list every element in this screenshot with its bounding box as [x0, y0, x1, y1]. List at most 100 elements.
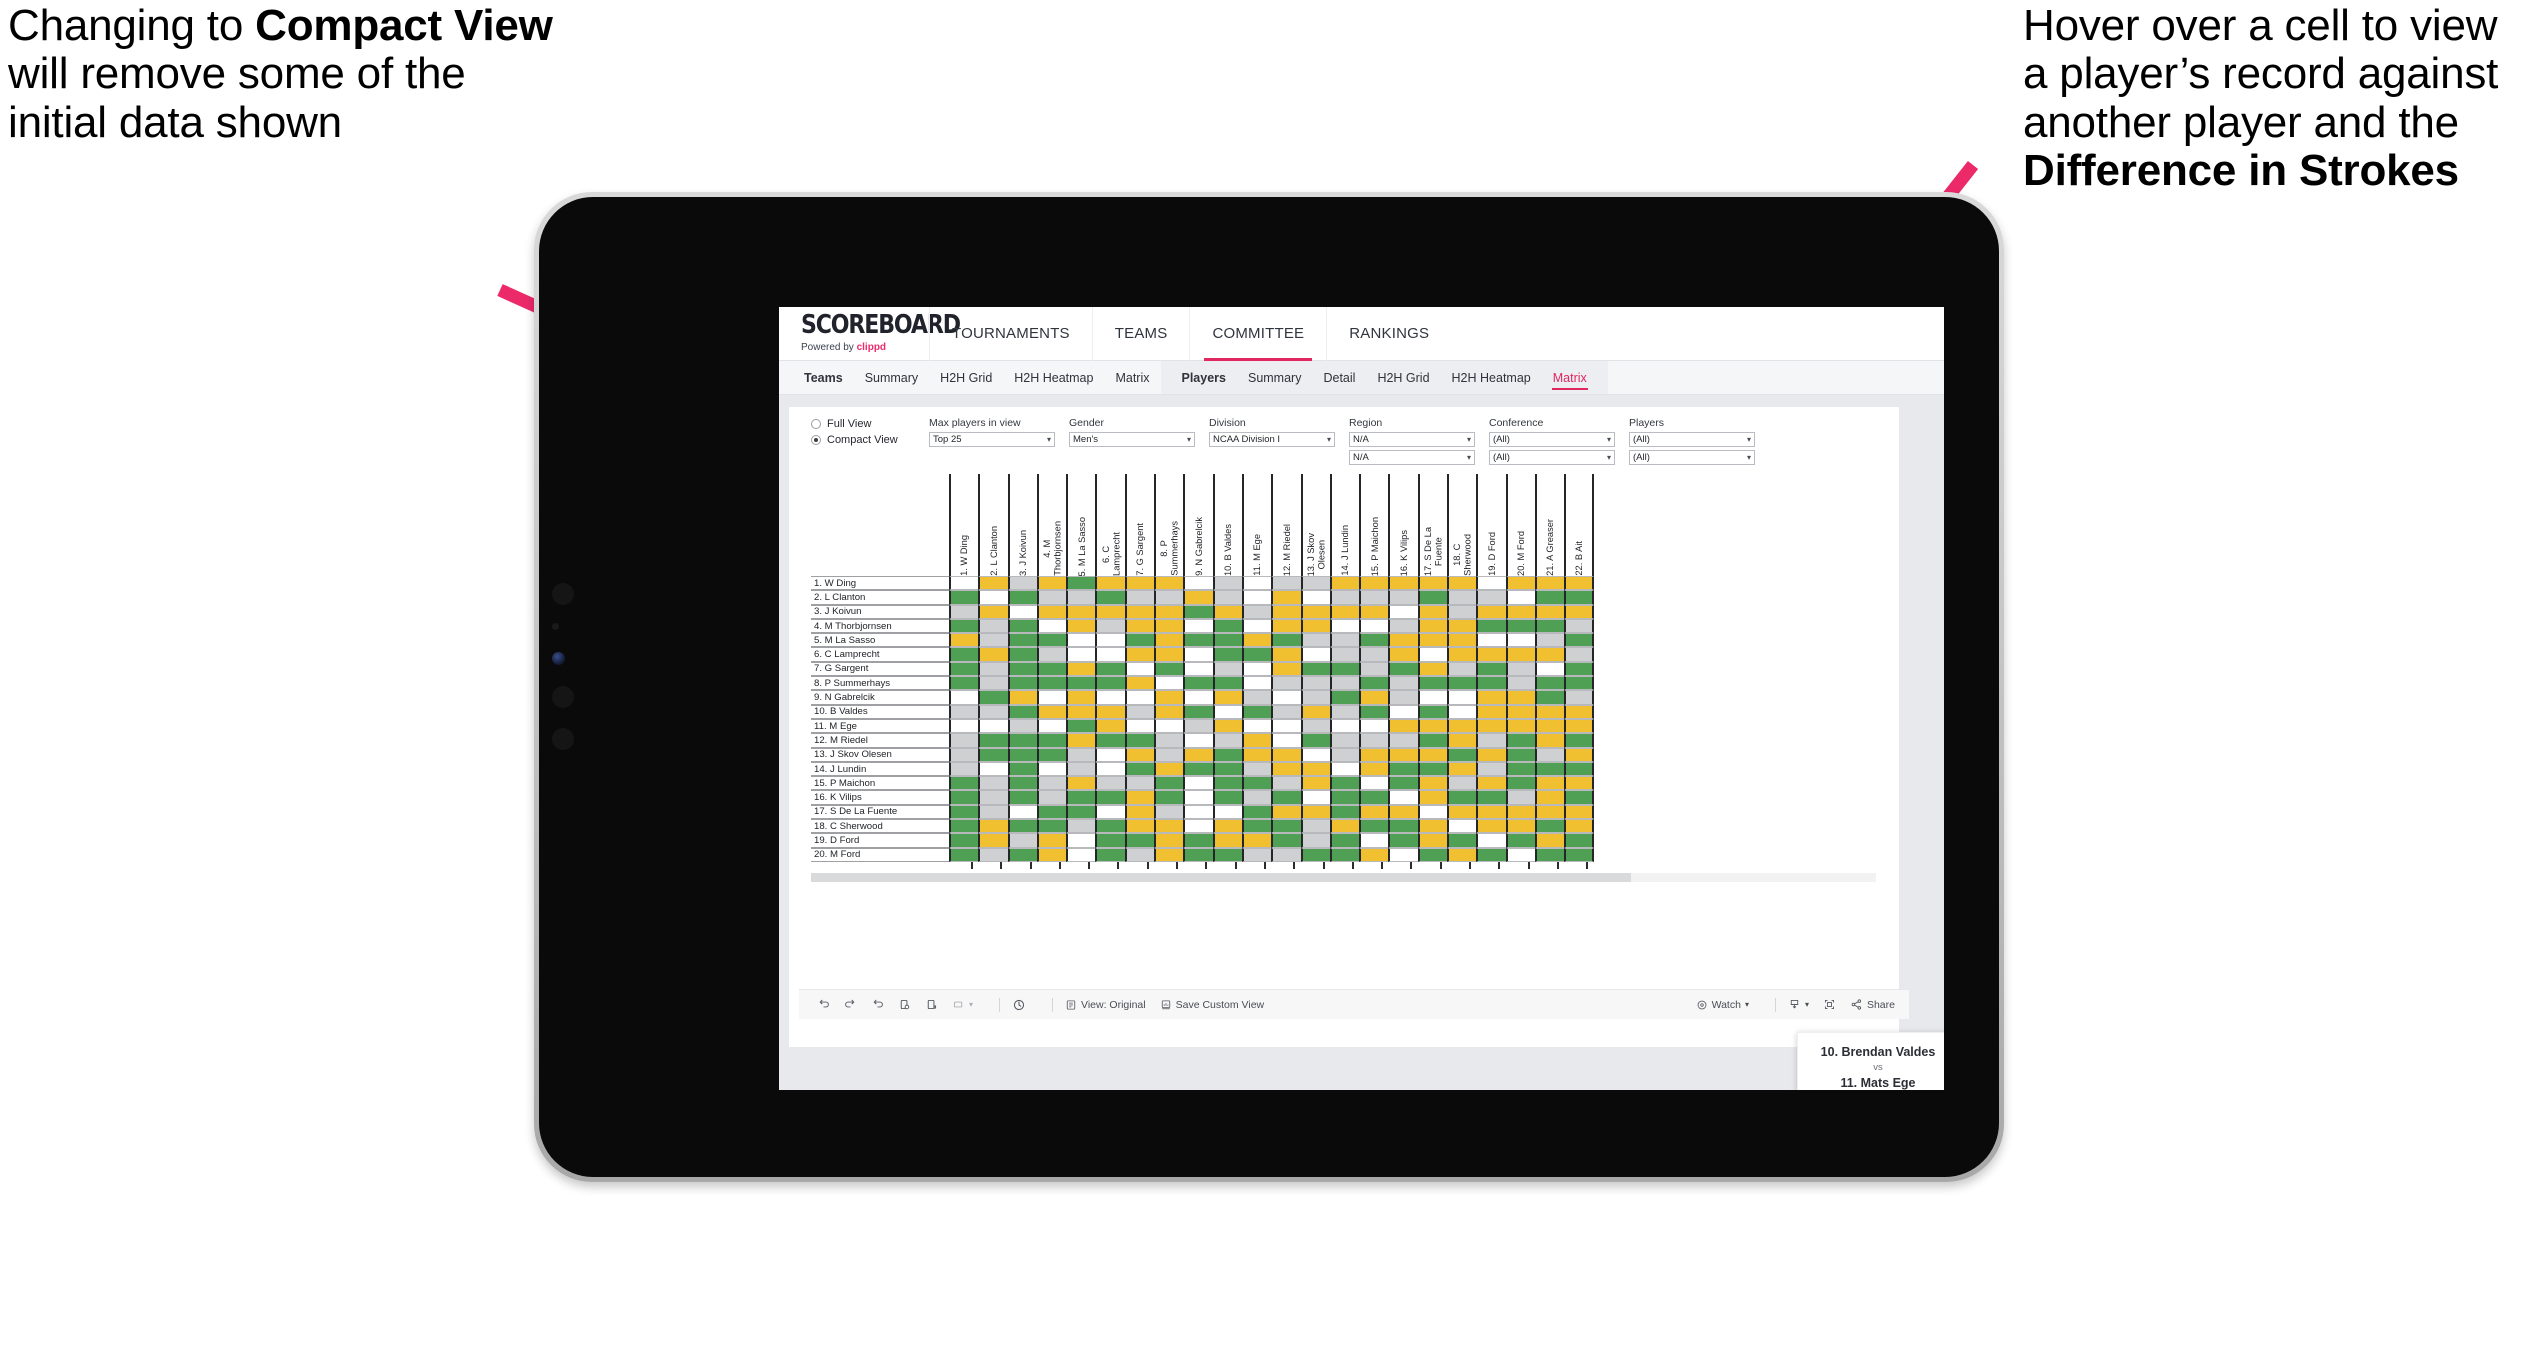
matrix-cell[interactable]	[1329, 661, 1360, 677]
matrix-cell[interactable]	[1212, 676, 1242, 691]
matrix-cell[interactable]	[1505, 718, 1535, 734]
matrix-cell[interactable]	[1066, 590, 1096, 605]
matrix-cell[interactable]	[1007, 804, 1037, 820]
matrix-cell[interactable]	[1359, 690, 1389, 705]
matrix-cell[interactable]	[1154, 804, 1184, 820]
tab-players-h2h-heatmap[interactable]: H2H Heatmap	[1441, 361, 1542, 395]
matrix-cell[interactable]	[978, 704, 1008, 719]
matrix-cell[interactable]	[1154, 718, 1184, 734]
matrix-cell[interactable]	[1183, 633, 1213, 648]
matrix-cell[interactable]	[1095, 604, 1125, 619]
matrix-cell[interactable]	[1095, 647, 1125, 662]
matrix-cell[interactable]	[1359, 761, 1389, 777]
matrix-cell[interactable]	[1007, 618, 1037, 634]
matrix-cell[interactable]	[1300, 690, 1330, 705]
radio-button-icon-compact[interactable]	[811, 435, 821, 445]
matrix-cell[interactable]	[1066, 647, 1096, 662]
radio-button-icon-full[interactable]	[811, 419, 821, 429]
matrix-cell[interactable]	[1212, 647, 1242, 662]
matrix-cell[interactable]	[1066, 661, 1096, 677]
matrix-cell[interactable]	[949, 747, 979, 762]
matrix-cell[interactable]	[1417, 847, 1448, 862]
matrix-cell[interactable]	[1271, 804, 1301, 820]
matrix-cell[interactable]	[1007, 776, 1037, 791]
matrix-cell[interactable]	[1241, 819, 1272, 834]
matrix-cell[interactable]	[1417, 604, 1448, 619]
matrix-cell[interactable]	[949, 776, 979, 791]
matrix-cell[interactable]	[1183, 690, 1213, 705]
matrix-cell[interactable]	[1329, 676, 1360, 691]
matrix-cell[interactable]	[1095, 618, 1125, 634]
matrix-cell[interactable]	[1300, 847, 1330, 862]
matrix-cell[interactable]	[1007, 690, 1037, 705]
matrix-cell[interactable]	[1036, 590, 1067, 605]
matrix-cell[interactable]	[978, 661, 1008, 677]
matrix-cell[interactable]	[1329, 747, 1360, 762]
matrix-horizontal-scrollbar[interactable]	[811, 872, 1876, 882]
matrix-cell[interactable]	[949, 804, 979, 820]
filter-select-region-2[interactable]: N/A ▾	[1349, 450, 1475, 465]
matrix-cell[interactable]	[1417, 761, 1448, 777]
matrix-cell[interactable]	[1329, 633, 1360, 648]
matrix-cell[interactable]	[1329, 718, 1360, 734]
matrix-cell[interactable]	[1329, 819, 1360, 834]
matrix-cell[interactable]	[1183, 661, 1213, 677]
matrix-cell[interactable]	[1447, 633, 1477, 648]
matrix-cell[interactable]	[1476, 776, 1506, 791]
matrix-cell[interactable]	[949, 576, 979, 591]
matrix-cell[interactable]	[1271, 847, 1301, 862]
matrix-cell[interactable]	[1359, 790, 1389, 805]
matrix-cell[interactable]	[1271, 676, 1301, 691]
matrix-cell[interactable]	[1271, 647, 1301, 662]
matrix-cell[interactable]	[1447, 819, 1477, 834]
matrix-cell[interactable]	[978, 590, 1008, 605]
matrix-cell[interactable]	[1564, 847, 1594, 862]
matrix-cell[interactable]	[1124, 833, 1155, 848]
matrix-cell[interactable]	[1095, 804, 1125, 820]
matrix-cell[interactable]	[1154, 604, 1184, 619]
matrix-cell[interactable]	[1124, 604, 1155, 619]
matrix-cell[interactable]	[1124, 819, 1155, 834]
matrix-cell[interactable]	[1534, 576, 1565, 591]
matrix-cell[interactable]	[1154, 790, 1184, 805]
matrix-cell[interactable]	[1124, 633, 1155, 648]
matrix-cell[interactable]	[1154, 576, 1184, 591]
matrix-cell[interactable]	[1417, 633, 1448, 648]
matrix-cell[interactable]	[1447, 718, 1477, 734]
matrix-cell[interactable]	[1124, 804, 1155, 820]
matrix-cell[interactable]	[1212, 633, 1242, 648]
matrix-cell[interactable]	[949, 604, 979, 619]
matrix-cell[interactable]	[1534, 604, 1565, 619]
matrix-cell[interactable]	[1300, 647, 1330, 662]
matrix-cell[interactable]	[1447, 704, 1477, 719]
matrix-cell[interactable]	[1212, 790, 1242, 805]
matrix-cell[interactable]	[1447, 733, 1477, 748]
matrix-cell[interactable]	[1447, 590, 1477, 605]
matrix-cell[interactable]	[1036, 704, 1067, 719]
matrix-cell[interactable]	[1388, 704, 1418, 719]
matrix-cell[interactable]	[1124, 676, 1155, 691]
matrix-cell[interactable]	[1183, 704, 1213, 719]
matrix-cell[interactable]	[1124, 790, 1155, 805]
matrix-cell[interactable]	[1007, 661, 1037, 677]
matrix-cell[interactable]	[1271, 604, 1301, 619]
matrix-cell[interactable]	[1154, 676, 1184, 691]
matrix-cell[interactable]	[1447, 776, 1477, 791]
matrix-cell[interactable]	[1300, 776, 1330, 791]
matrix-cell[interactable]	[978, 576, 1008, 591]
matrix-cell[interactable]	[1417, 590, 1448, 605]
nav-item-teams[interactable]: TEAMS	[1091, 307, 1190, 361]
matrix-cell[interactable]	[1066, 733, 1096, 748]
matrix-cell[interactable]	[1007, 747, 1037, 762]
matrix-cell[interactable]	[1183, 776, 1213, 791]
matrix-cell[interactable]	[1212, 604, 1242, 619]
matrix-cell[interactable]	[1183, 761, 1213, 777]
matrix-cell[interactable]	[1447, 690, 1477, 705]
matrix-cell[interactable]	[1505, 833, 1535, 848]
matrix-cell[interactable]	[1154, 847, 1184, 862]
matrix-cell[interactable]	[1476, 833, 1506, 848]
matrix-cell[interactable]	[1271, 776, 1301, 791]
matrix-cell[interactable]	[1036, 733, 1067, 748]
matrix-cell[interactable]	[1476, 790, 1506, 805]
matrix-cell[interactable]	[1564, 833, 1594, 848]
